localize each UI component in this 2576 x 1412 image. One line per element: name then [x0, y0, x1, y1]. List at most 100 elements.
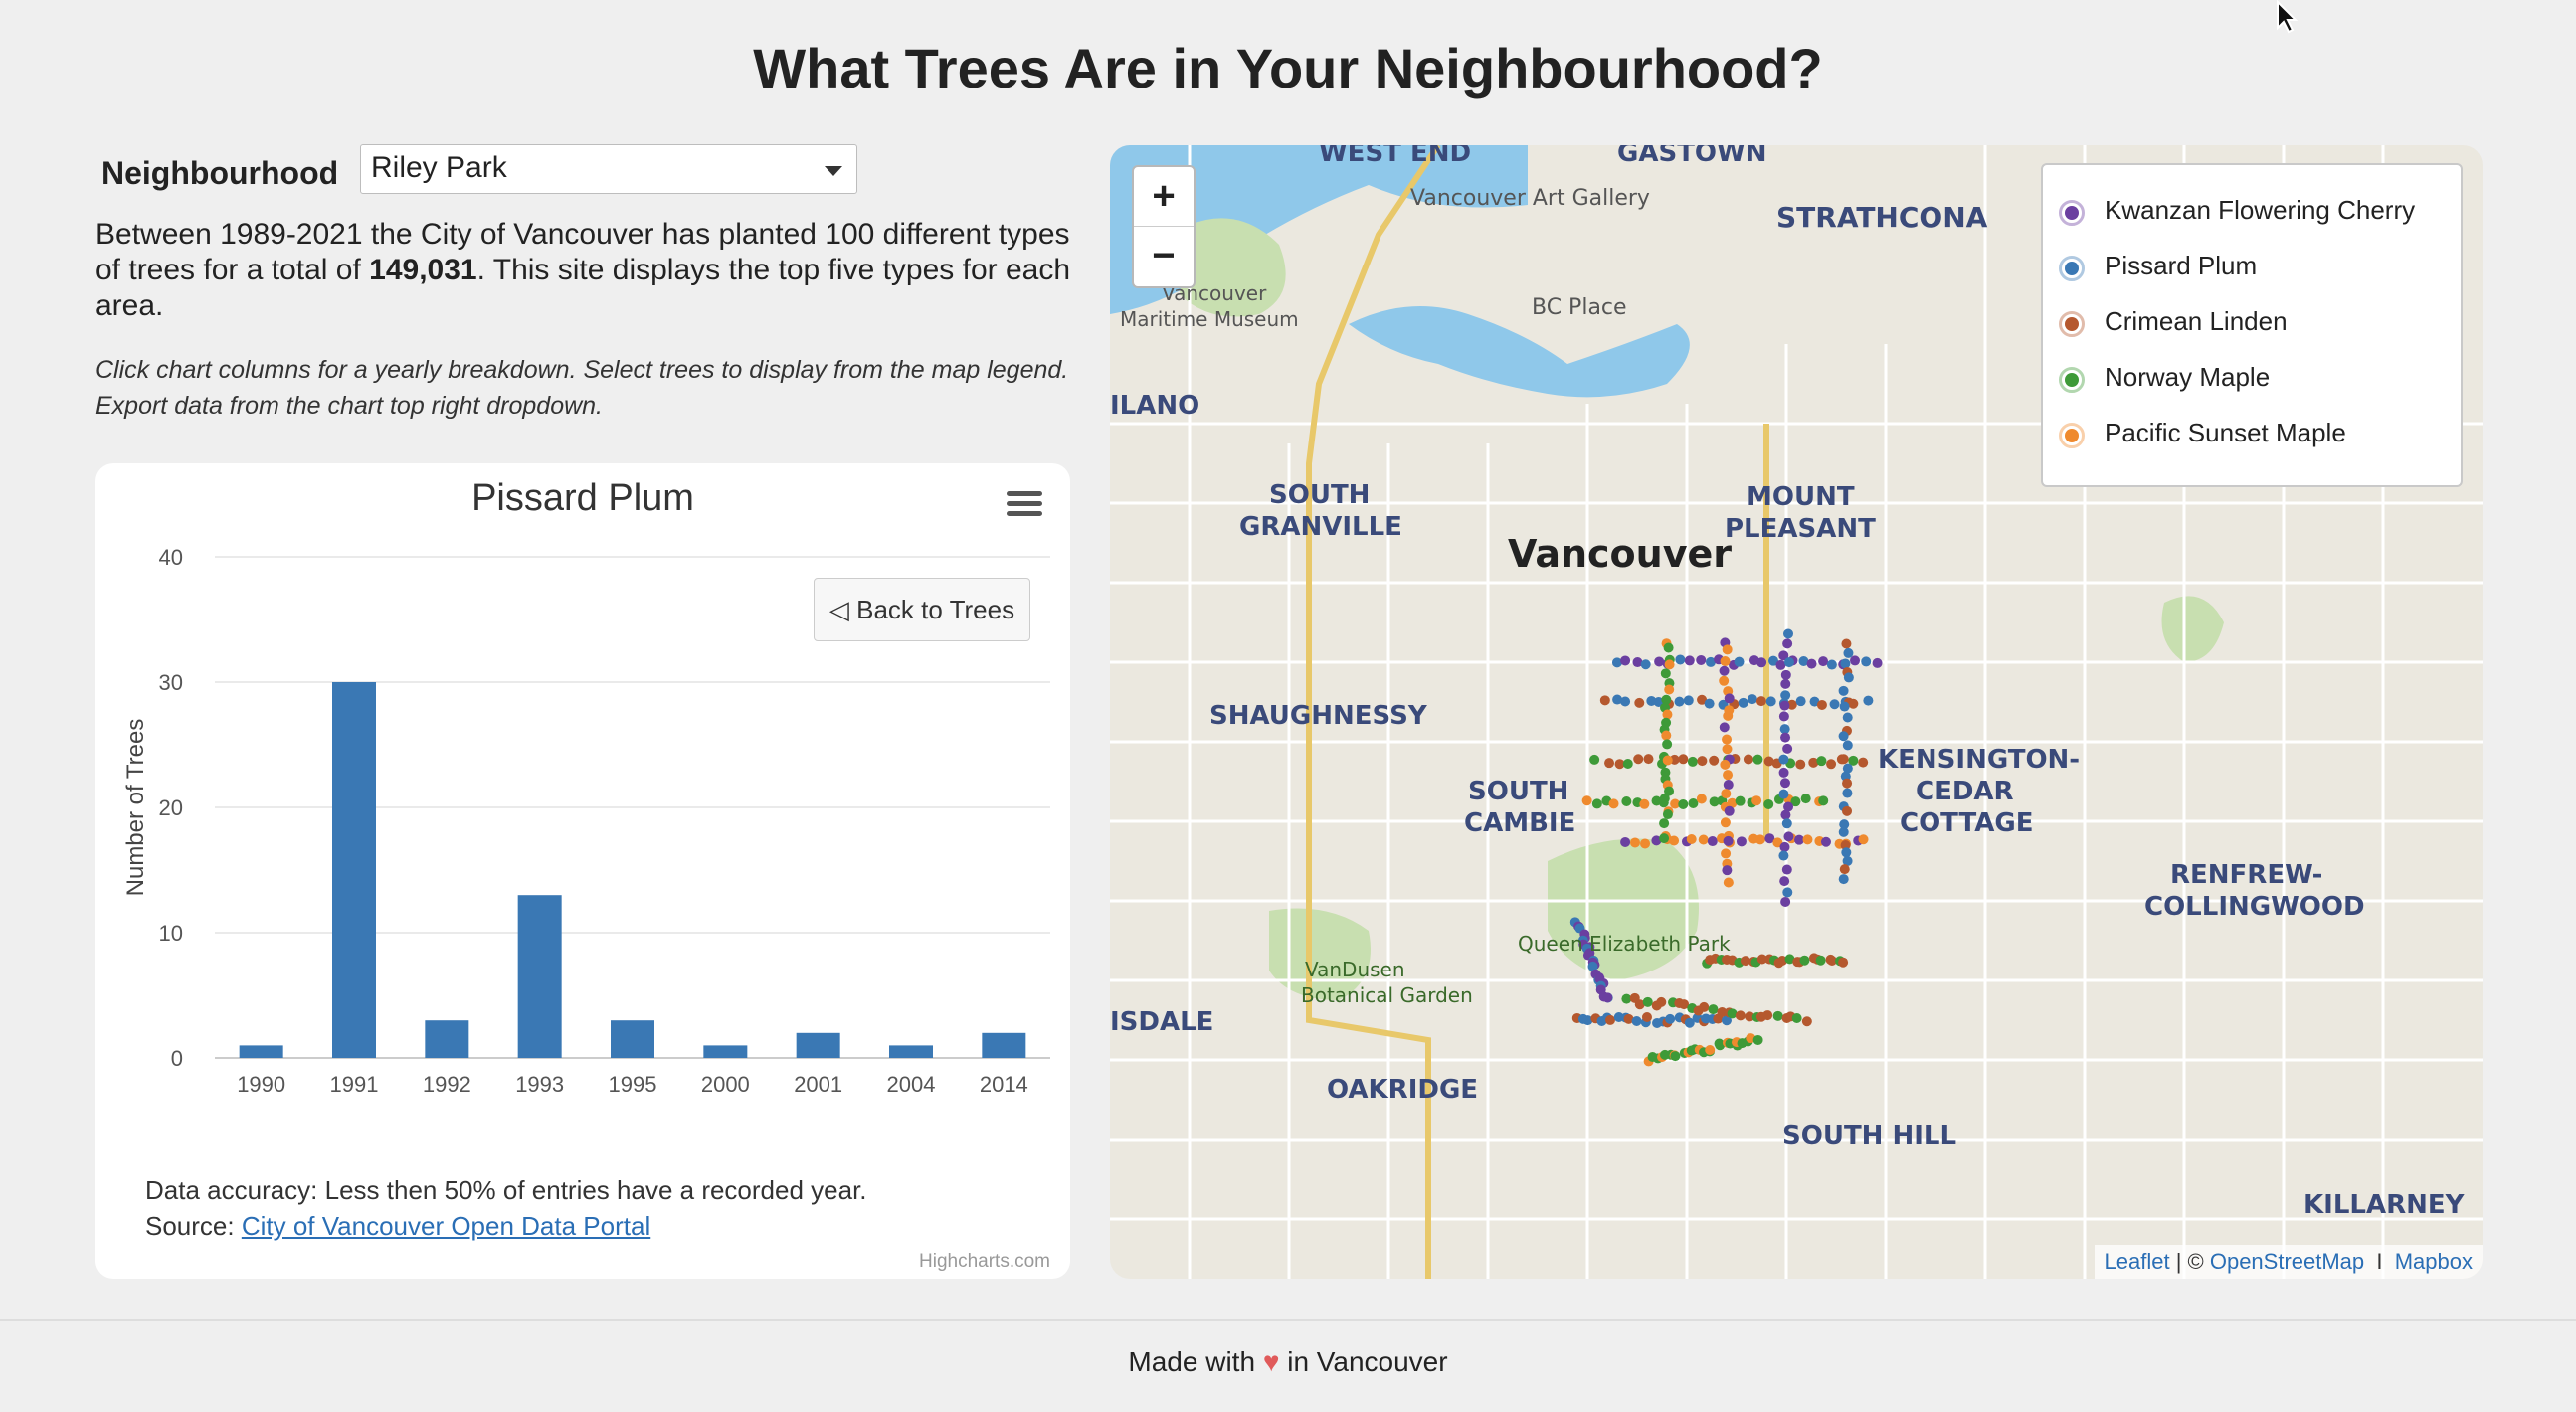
tree-marker[interactable]: [1621, 795, 1632, 806]
tree-marker[interactable]: [1620, 655, 1631, 666]
tree-marker[interactable]: [1838, 731, 1849, 742]
tree-marker[interactable]: [1842, 788, 1853, 798]
tree-marker[interactable]: [1783, 831, 1794, 842]
tree-marker[interactable]: [1675, 654, 1686, 665]
tree-marker[interactable]: [1604, 758, 1615, 769]
tree-marker[interactable]: [1841, 638, 1852, 649]
legend-item-norway-maple[interactable]: Norway Maple: [2059, 358, 2457, 398]
tree-marker[interactable]: [1752, 754, 1763, 765]
bar[interactable]: [425, 1020, 469, 1058]
tree-marker[interactable]: [1643, 754, 1654, 765]
tree-marker[interactable]: [1779, 876, 1790, 887]
tree-marker[interactable]: [1779, 841, 1790, 852]
tree-marker[interactable]: [1842, 778, 1853, 789]
tree-marker[interactable]: [1756, 657, 1767, 668]
tree-marker[interactable]: [1842, 805, 1853, 816]
tree-marker[interactable]: [1734, 656, 1745, 667]
tree-marker[interactable]: [1708, 1004, 1719, 1015]
tree-marker[interactable]: [1826, 759, 1837, 770]
tree-marker[interactable]: [1780, 690, 1791, 701]
tree-marker[interactable]: [1720, 759, 1731, 770]
tree-marker[interactable]: [1723, 780, 1734, 791]
tree-marker[interactable]: [1765, 696, 1776, 707]
bar[interactable]: [332, 682, 376, 1058]
tree-marker[interactable]: [1684, 655, 1695, 666]
tree-marker[interactable]: [1736, 836, 1747, 847]
tree-marker[interactable]: [1719, 722, 1730, 733]
tree-marker[interactable]: [1842, 712, 1853, 723]
tree-marker[interactable]: [1754, 834, 1765, 845]
tree-marker[interactable]: [1724, 693, 1735, 704]
tree-marker[interactable]: [1799, 955, 1810, 966]
tree-marker[interactable]: [1818, 656, 1829, 667]
hamburger-menu-icon[interactable]: [1007, 491, 1042, 521]
tree-marker[interactable]: [1783, 628, 1794, 639]
tree-marker[interactable]: [1688, 797, 1699, 808]
tree-marker[interactable]: [1752, 1034, 1763, 1045]
tree-marker[interactable]: [1629, 837, 1640, 848]
legend-item-pacific-sunset-maple[interactable]: Pacific Sunset Maple: [2059, 414, 2457, 453]
tree-marker[interactable]: [1751, 795, 1762, 806]
tree-marker[interactable]: [1806, 658, 1817, 669]
tree-marker[interactable]: [1721, 848, 1732, 859]
tree-marker[interactable]: [1620, 836, 1631, 847]
tree-marker[interactable]: [1722, 644, 1733, 655]
tree-marker[interactable]: [1687, 756, 1698, 767]
tree-marker[interactable]: [1782, 638, 1793, 649]
tree-marker[interactable]: [1839, 864, 1850, 875]
tree-marker[interactable]: [1815, 955, 1826, 966]
bar[interactable]: [796, 1032, 840, 1058]
tree-marker[interactable]: [1779, 724, 1790, 735]
tree-marker[interactable]: [1782, 887, 1793, 898]
bar[interactable]: [982, 1032, 1026, 1058]
tree-marker[interactable]: [1683, 695, 1694, 706]
tree-marker[interactable]: [1589, 754, 1600, 765]
tree-marker[interactable]: [1779, 700, 1790, 711]
tree-marker[interactable]: [1861, 656, 1872, 667]
tree-marker[interactable]: [1838, 754, 1849, 765]
tree-marker[interactable]: [1843, 647, 1854, 658]
tree-marker[interactable]: [1780, 678, 1791, 689]
tree-marker[interactable]: [1795, 759, 1806, 770]
tree-marker[interactable]: [1664, 659, 1675, 670]
neighbourhood-select[interactable]: Riley Park: [360, 144, 857, 194]
tree-marker[interactable]: [1850, 655, 1861, 666]
tree-marker[interactable]: [1719, 675, 1730, 686]
tree-marker[interactable]: [1605, 1014, 1616, 1025]
tree-marker[interactable]: [1781, 818, 1792, 829]
tree-marker[interactable]: [1755, 696, 1766, 707]
tree-marker[interactable]: [1697, 756, 1708, 767]
legend-item-pissard-plum[interactable]: Pissard Plum: [2059, 247, 2457, 286]
tree-marker[interactable]: [1841, 847, 1852, 858]
tree-marker[interactable]: [1772, 1010, 1783, 1021]
mapbox-link[interactable]: Mapbox: [2395, 1249, 2473, 1274]
zoom-in-button[interactable]: +: [1134, 167, 1194, 227]
zoom-out-button[interactable]: −: [1134, 227, 1194, 286]
tree-marker[interactable]: [1662, 809, 1673, 820]
tree-marker[interactable]: [1659, 794, 1670, 804]
tree-marker[interactable]: [1674, 696, 1685, 707]
tree-marker[interactable]: [1634, 697, 1645, 708]
tree-marker[interactable]: [1735, 1010, 1746, 1021]
tree-marker[interactable]: [1698, 834, 1709, 845]
tree-marker[interactable]: [1780, 732, 1791, 743]
tree-marker[interactable]: [1622, 758, 1633, 769]
bar[interactable]: [239, 1045, 283, 1058]
tree-marker[interactable]: [1722, 744, 1733, 755]
tree-marker[interactable]: [1722, 865, 1733, 876]
tree-marker[interactable]: [1620, 696, 1631, 707]
tree-marker[interactable]: [1842, 740, 1853, 751]
tree-marker[interactable]: [1791, 1012, 1802, 1023]
tree-marker[interactable]: [1642, 1012, 1653, 1023]
tree-marker[interactable]: [1820, 836, 1831, 847]
tree-marker[interactable]: [1709, 755, 1720, 766]
tree-marker[interactable]: [1802, 834, 1813, 845]
tree-marker[interactable]: [1642, 996, 1653, 1007]
bar[interactable]: [611, 1020, 654, 1058]
tree-marker[interactable]: [1631, 1016, 1642, 1027]
tree-marker[interactable]: [1662, 739, 1673, 750]
tree-marker[interactable]: [1602, 992, 1613, 1003]
tree-marker[interactable]: [1663, 642, 1674, 653]
tree-marker[interactable]: [1840, 658, 1851, 669]
tree-marker[interactable]: [1778, 850, 1789, 861]
